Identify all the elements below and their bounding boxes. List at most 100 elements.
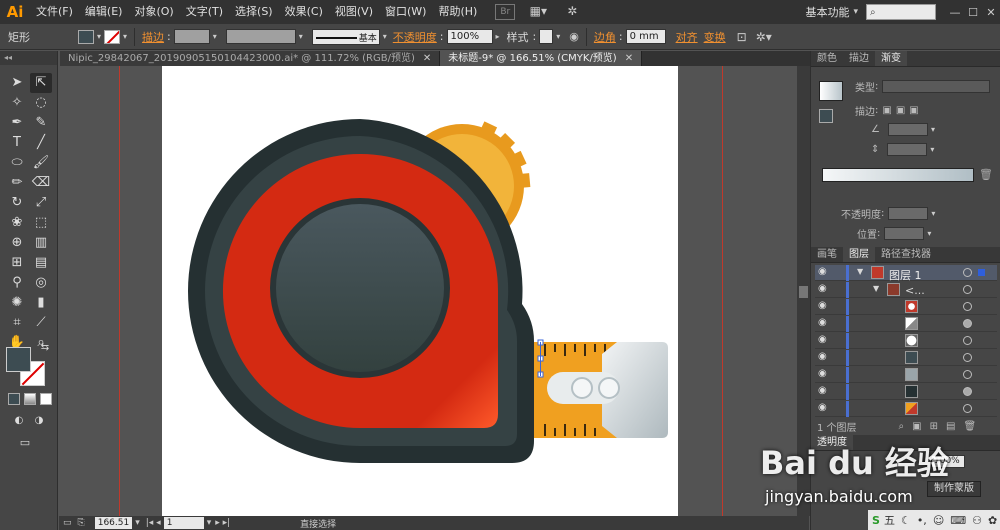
chevron-down-icon[interactable]: ▼ [873,284,879,293]
chevron-down-icon[interactable]: ▾ [207,518,212,528]
tab-document-2[interactable]: 未标题-9* @ 166.51% (CMYK/预览) ✕ [440,51,643,66]
group-name[interactable]: <... [905,284,925,297]
eye-icon[interactable]: ◉ [818,317,827,328]
gradient-slider[interactable] [822,168,974,182]
new-sublayer-icon[interactable]: ⊞ [930,421,938,432]
menu-select[interactable]: 选择(S) [229,0,279,24]
close-icon[interactable]: ✕ [982,6,1000,19]
selection-tool-icon[interactable]: ➤ [6,73,28,93]
tab-pathfinder[interactable]: 路径查找器 [875,247,937,262]
puppet-warp-icon[interactable]: ✲▾ [756,30,772,44]
menu-file[interactable]: 文件(F) [30,0,79,24]
menu-object[interactable]: 对象(O) [128,0,179,24]
target-icon[interactable] [963,319,972,328]
skin-icon[interactable]: ✿ [988,514,997,527]
chevron-down-icon[interactable]: ▾ [931,125,935,134]
warp-tool-icon[interactable]: ❀ [6,213,28,233]
new-layer-icon[interactable]: ▤ [946,421,955,432]
eye-icon[interactable]: ◉ [818,266,827,277]
angle-field[interactable] [887,123,928,136]
chevron-down-icon[interactable]: ▾ [299,32,303,41]
canvas-area[interactable] [59,66,809,516]
chevron-down-icon[interactable]: ▼ [857,267,863,276]
layer-row[interactable]: ◉ [815,401,997,417]
tab-gradient[interactable]: 渐变 [875,51,907,66]
sogou-icon[interactable]: S [872,514,880,527]
eye-icon[interactable]: ◉ [818,283,827,294]
swap-colors-icon[interactable]: ⇆ [38,341,52,355]
close-icon[interactable]: ✕ [423,51,431,66]
chevron-down-icon[interactable]: ▾ [930,145,934,154]
corner-label[interactable]: 边角 [594,29,616,45]
menu-window[interactable]: 窗口(W) [379,0,432,24]
artboard-tool-icon[interactable]: ⌗ [6,313,28,333]
chevron-down-icon[interactable]: ▾ [97,32,101,41]
target-icon[interactable] [963,387,972,396]
panel-grip[interactable]: ◂◂ [0,51,57,65]
gradient-tool-icon[interactable]: ▤ [30,253,52,273]
type-tool-icon[interactable]: T [6,133,28,153]
menu-view[interactable]: 视图(V) [329,0,379,24]
chevron-down-icon[interactable]: ▾ [213,32,217,41]
tab-stroke[interactable]: 描边 [843,51,875,66]
chevron-down-icon[interactable]: ▾ [556,32,560,41]
transform-link[interactable]: 变换 [704,29,726,45]
target-icon[interactable] [963,404,972,413]
minimize-icon[interactable]: — [946,6,964,19]
stroke-label[interactable]: 描边 [142,29,164,45]
fit-icon[interactable]: ▭ [63,518,72,528]
chevron-down-icon[interactable]: ▾ [383,32,387,41]
stroke-swatch[interactable] [104,29,121,44]
menu-type[interactable]: 文字(T) [180,0,229,24]
tab-color[interactable]: 颜色 [811,51,843,66]
isolate-icon[interactable]: ⊡ [737,30,747,44]
eye-icon[interactable]: ◉ [818,368,827,379]
locate-icon[interactable]: ⌕ [899,421,905,432]
layer-name[interactable]: 图层 1 [889,267,922,283]
tab-brushes[interactable]: 画笔 [811,247,843,262]
layer-row[interactable]: ◉ ▼ 图层 1 [815,265,997,283]
tab-document-1[interactable]: Nipic_29842067_20190905150104423000.ai* … [60,51,441,66]
lasso-tool-icon[interactable]: ◌ [30,93,52,113]
bridge-button[interactable]: Br [495,4,516,20]
moon-icon[interactable]: ☾ [901,514,911,527]
scale-tool-icon[interactable]: ⤢ [30,193,52,213]
ime-mode[interactable]: 五 [884,512,895,528]
mesh-tool-icon[interactable]: ⊞ [6,253,28,273]
artboard-number-field[interactable]: 1 [163,517,204,529]
pencil-tool-icon[interactable]: ✏ [6,173,28,193]
stop-position-field[interactable] [884,227,925,240]
keyboard-icon[interactable]: ⌨ [950,514,966,527]
chevron-down-icon[interactable]: ▾ [931,209,935,218]
stroke-along-icon[interactable]: ▣ [896,105,905,116]
color-mode-icon[interactable] [8,393,20,405]
style-swatch[interactable] [539,29,554,44]
target-icon[interactable] [963,370,972,379]
gradient-preview[interactable] [819,81,843,101]
direct-selection-tool-icon[interactable]: ⇱ [30,73,52,93]
draw-mode-icon[interactable]: ◐ [8,411,30,431]
stroke-profile-field[interactable]: 基本 [311,28,380,45]
menu-edit[interactable]: 编辑(E) [79,0,129,24]
eye-icon[interactable]: ◉ [818,402,827,413]
layer-row[interactable]: ◉ [815,299,997,315]
opacity-label[interactable]: 不透明度 [393,29,437,45]
align-link[interactable]: 对齐 [676,29,698,45]
menu-effect[interactable]: 效果(C) [279,0,329,24]
eye-icon[interactable]: ◉ [818,300,827,311]
curvature-tool-icon[interactable]: ✎ [30,113,52,133]
paintbrush-tool-icon[interactable]: 🖌 [30,153,52,173]
gradient-fill-swatch[interactable] [819,109,833,123]
ellipse-tool-icon[interactable]: ⬭ [6,153,28,173]
arrange-documents-icon[interactable]: ▦▾ [527,4,549,20]
draw-inside-icon[interactable]: ◑ [28,411,50,431]
first-artboard-icon[interactable]: |◂ ◂ [146,518,161,528]
delete-stop-icon[interactable]: 🗑 [979,168,993,182]
workspace-switcher[interactable]: 基本功能 [805,4,853,20]
symbol-sprayer-tool-icon[interactable]: ✺ [6,293,28,313]
zoom-field[interactable]: 166.51 [94,517,133,529]
delete-icon[interactable]: 🗑 [963,421,976,432]
free-transform-tool-icon[interactable]: ⬚ [30,213,52,233]
next-artboard-icon[interactable]: ▸ ▸| [215,518,230,528]
line-tool-icon[interactable]: ╱ [30,133,52,153]
